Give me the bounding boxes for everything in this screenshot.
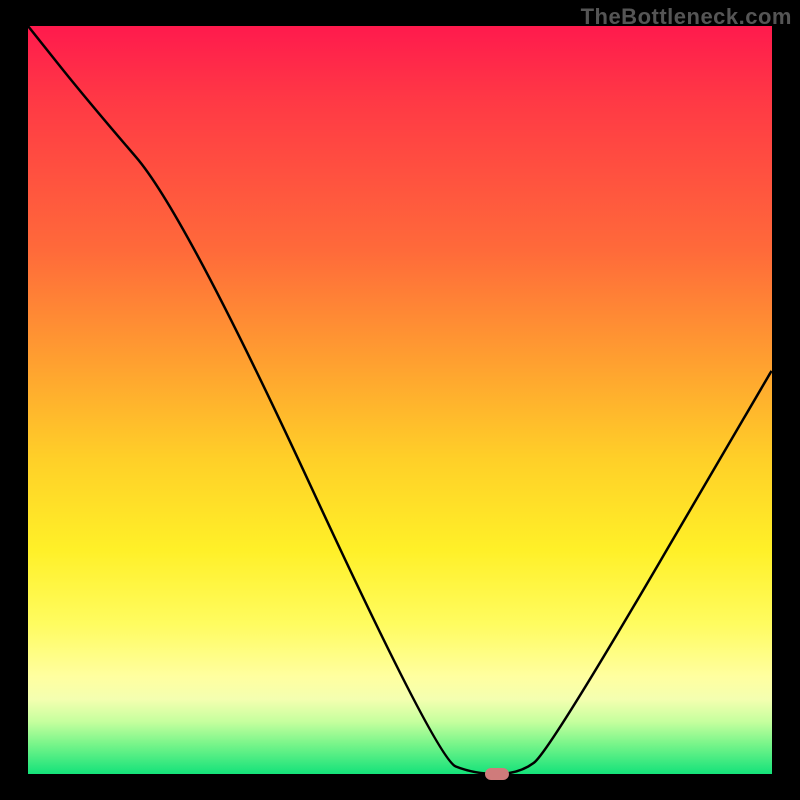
chart-frame: TheBottleneck.com <box>0 0 800 800</box>
optimal-point-marker <box>485 768 509 780</box>
bottleneck-curve <box>28 26 772 774</box>
curve-path <box>28 26 772 774</box>
plot-area <box>28 26 772 774</box>
